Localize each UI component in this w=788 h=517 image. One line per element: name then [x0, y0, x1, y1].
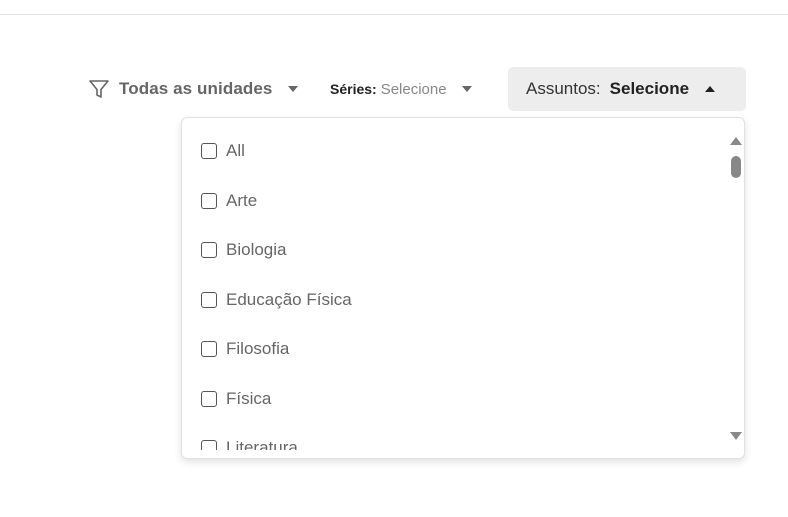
header-divider [0, 14, 788, 15]
option-checkbox[interactable] [201, 440, 217, 450]
option-checkbox[interactable] [201, 341, 217, 357]
option-label: Física [226, 389, 272, 408]
option-checkbox[interactable] [201, 143, 217, 159]
series-filter-value: Selecione [380, 80, 447, 98]
chevron-down-icon [461, 86, 472, 92]
option-fisica[interactable]: Física [201, 387, 271, 411]
option-label: Arte [226, 191, 258, 210]
option-checkbox[interactable] [201, 242, 217, 258]
series-filter-dropdown[interactable]: Séries: Selecione [330, 76, 472, 102]
subjects-filter-dropdown[interactable]: Assuntos: Selecione [508, 67, 746, 111]
option-checkbox[interactable] [201, 391, 217, 407]
chevron-down-icon [288, 86, 299, 92]
option-label: All [226, 141, 245, 160]
option-label: Educação Física [226, 290, 352, 309]
subjects-dropdown-panel: All Arte Biologia Educação Física Filoso… [181, 117, 745, 459]
option-checkbox[interactable] [201, 292, 217, 308]
option-biologia[interactable]: Biologia [201, 238, 287, 262]
option-label: Filosofia [226, 339, 290, 358]
scrollbar-thumb[interactable] [731, 156, 741, 178]
subjects-options-list: All Arte Biologia Educação Física Filoso… [182, 118, 722, 450]
subjects-filter-value: Selecione [609, 79, 690, 98]
option-all[interactable]: All [201, 139, 245, 163]
scroll-down-arrow-icon[interactable] [730, 432, 742, 440]
option-label: Literatura [226, 438, 298, 450]
option-literatura[interactable]: Literatura [201, 436, 298, 450]
option-checkbox[interactable] [201, 193, 217, 209]
filter-icon [88, 78, 110, 100]
option-label: Biologia [226, 240, 287, 259]
units-filter-dropdown[interactable]: Todas as unidades [88, 76, 299, 102]
option-educacao-fisica[interactable]: Educação Física [201, 288, 352, 312]
option-filosofia[interactable]: Filosofia [201, 337, 289, 361]
option-arte[interactable]: Arte [201, 189, 257, 213]
scroll-up-arrow-icon[interactable] [730, 137, 742, 145]
series-filter-prefix: Séries: [330, 81, 377, 97]
chevron-up-icon [705, 86, 716, 92]
subjects-filter-prefix: Assuntos: [526, 79, 601, 98]
units-filter-label: Todas as unidades [119, 79, 273, 98]
